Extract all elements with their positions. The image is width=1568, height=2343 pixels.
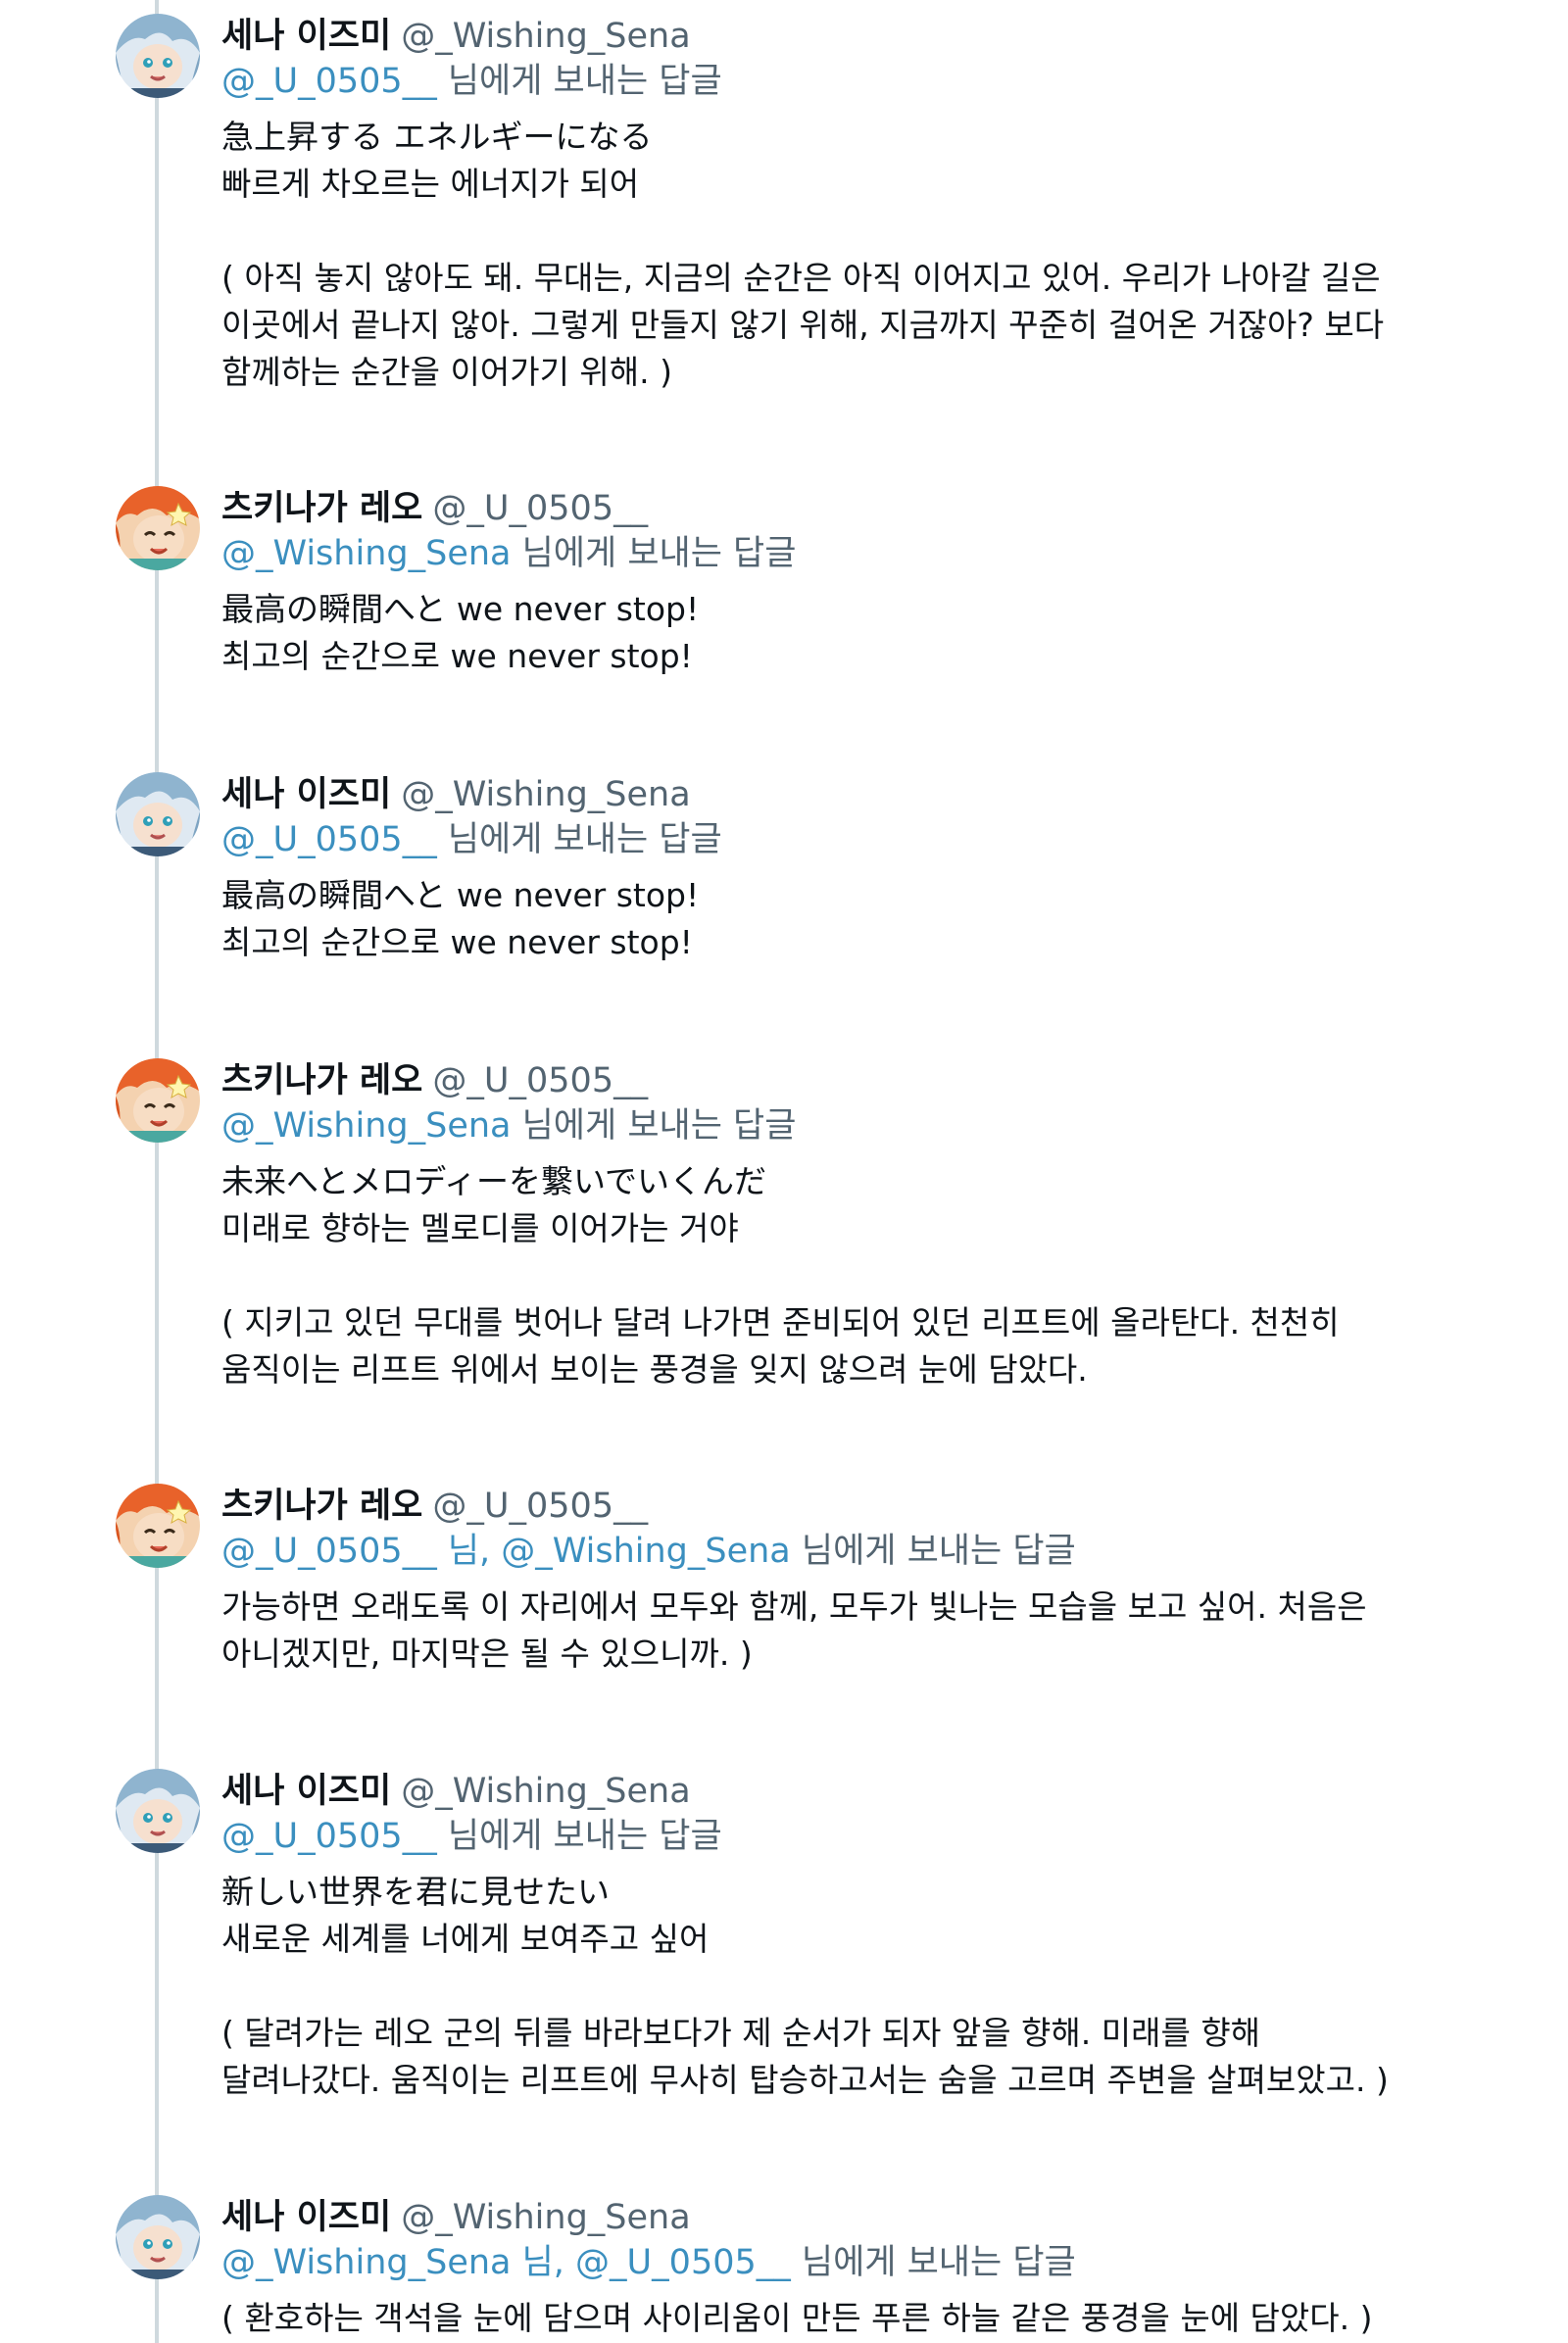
tweet-header: 세나 이즈미 @_Wishing_Sena (221, 772, 1446, 817)
tweet-text: ( 환호하는 객석을 눈에 담으며 사이리움이 만든 푸른 하늘 같은 풍경을 … (221, 2295, 1446, 2342)
display-name[interactable]: 세나 이즈미 (221, 1772, 391, 1811)
tweet-content: 츠키나가 레오 @_U_0505__ @_Wishing_Sena 님에게 보내는 … (221, 486, 1446, 680)
replying-to: @_U_0505__ 님에게 보내는 답글 (221, 59, 1446, 104)
replying-to: @_U_0505__ 님에게 보내는 답글 (221, 1814, 1446, 1859)
mention-link[interactable]: @_Wishing_Sena (221, 534, 511, 573)
replying-to-label: 님에게 보내는 답글 (511, 1106, 797, 1146)
tweet-content: 세나 이즈미 @_Wishing_Sena @_Wishing_Sena 님, @_… (221, 2195, 1446, 2342)
display-name[interactable]: 세나 이즈미 (221, 17, 391, 56)
tweet-text-line: 함께하는 순간을 이어가기 위해. ) (221, 353, 673, 391)
tweet-text-line: 빠르게 차오르는 에너지가 되어 (221, 165, 640, 203)
display-name[interactable]: 세나 이즈미 (221, 2198, 391, 2237)
replying-to-label: 님에게 보내는 답글 (790, 2243, 1076, 2282)
tweet-text-line: ( 아직 놓지 않아도 돼. 무대는, 지금의 순간은 아직 이어지고 있어. … (221, 259, 1381, 297)
tweet-header: 세나 이즈미 @_Wishing_Sena (221, 14, 1446, 59)
tweet-text-line: ( 환호하는 객석을 눈에 담으며 사이리움이 만든 푸른 하늘 같은 풍경을 … (221, 2299, 1373, 2337)
display-name[interactable]: 츠키나가 레오 (221, 1061, 422, 1100)
sena-avatar[interactable] (116, 1769, 200, 1853)
tweet-text: 新しい世界を君に見せたい 새로운 세계를 너에게 보여주고 싶어 ( 달려가는 레오… (221, 1869, 1446, 2104)
mention-link[interactable]: @_U_0505__ (221, 1817, 437, 1856)
tweet-text-line: 최고의 순간으로 we never stop! (221, 923, 693, 961)
tweet-text-line: ( 달려가는 레오 군의 뒤를 바라보다가 제 순서가 되자 앞을 향해. 미래… (221, 2014, 1261, 2052)
tweet-header: 츠키나가 레오 @_U_0505__ (221, 1058, 1446, 1103)
tweet-text-line: 아니겠지만, 마지막은 될 수 있으니까. ) (221, 1635, 753, 1673)
tweet-header: 세나 이즈미 @_Wishing_Sena (221, 1769, 1446, 1814)
tweet-text-line (221, 208, 1446, 255)
tweet-text-line (221, 1252, 1446, 1299)
display-name[interactable]: 츠키나가 레오 (221, 1487, 422, 1526)
tweet-text-line: 最高の瞬間へと we never stop! (221, 876, 700, 914)
tweet-content: 세나 이즈미 @_Wishing_Sena @_U_0505__ 님에게 보내는 답… (221, 772, 1446, 966)
user-handle[interactable]: @_U_0505__ (432, 1487, 648, 1526)
tweet-text: 가능하면 오래도록 이 자리에서 모두와 함께, 모두가 빛나는 모습을 보고 … (221, 1584, 1446, 1678)
tweet-content: 세나 이즈미 @_Wishing_Sena @_U_0505__ 님에게 보내는 답… (221, 1769, 1446, 2104)
tweet-text-line: 이곳에서 끝나지 않아. 그렇게 만들지 않기 위해, 지금까지 꾸준히 걸어온… (221, 306, 1385, 344)
tweet-text-line: 新しい世界を君に見せたい (221, 1873, 610, 1911)
tweet-text: 未来へとメロディーを繋いでいくんだ 미래로 향하는 멜로디를 이어가는 거야 ( 지… (221, 1158, 1446, 1393)
tweet-header: 세나 이즈미 @_Wishing_Sena (221, 2195, 1446, 2240)
mention-link[interactable]: @_U_0505__ 님, @_Wishing_Sena (221, 1532, 791, 1571)
sena-avatar[interactable] (116, 14, 200, 98)
tweet-content: 세나 이즈미 @_Wishing_Sena @_U_0505__ 님에게 보내는 답… (221, 14, 1446, 396)
tweet-text-line: 最高の瞬間へと we never stop! (221, 590, 700, 628)
leo-avatar[interactable] (116, 486, 200, 570)
replying-to-label: 님에게 보내는 답글 (436, 1817, 722, 1856)
replying-to: @_Wishing_Sena 님에게 보내는 답글 (221, 1103, 1446, 1148)
replying-to: @_U_0505__ 님에게 보내는 답글 (221, 817, 1446, 862)
tweet-text-line: 움직이는 리프트 위에서 보이는 풍경을 잊지 않으려 눈에 담았다. (221, 1350, 1088, 1389)
sena-avatar[interactable] (116, 2195, 200, 2279)
mention-link[interactable]: @_U_0505__ (221, 62, 437, 101)
tweet-text-line: 가능하면 오래도록 이 자리에서 모두와 함께, 모두가 빛나는 모습을 보고 … (221, 1587, 1367, 1626)
replying-to-label: 님에게 보내는 답글 (436, 820, 722, 859)
replying-to-label: 님에게 보내는 답글 (790, 1532, 1076, 1571)
tweet-text-line: 새로운 세계를 너에게 보여주고 싶어 (221, 1920, 710, 1958)
user-handle[interactable]: @_U_0505__ (432, 489, 648, 528)
sena-avatar[interactable] (116, 772, 200, 856)
display-name[interactable]: 세나 이즈미 (221, 775, 391, 814)
leo-avatar[interactable] (116, 1484, 200, 1568)
replying-to: @_Wishing_Sena 님, @_U_0505__ 님에게 보내는 답글 (221, 2240, 1446, 2285)
user-handle[interactable]: @_U_0505__ (432, 1061, 648, 1100)
user-handle[interactable]: @_Wishing_Sena (401, 1772, 690, 1811)
replying-to: @_Wishing_Sena 님에게 보내는 답글 (221, 531, 1446, 576)
replying-to-label: 님에게 보내는 답글 (436, 62, 722, 101)
tweet-text-line: 未来へとメロディーを繋いでいくんだ (221, 1162, 767, 1200)
leo-avatar[interactable] (116, 1058, 200, 1143)
mention-link[interactable]: @_Wishing_Sena (221, 1106, 511, 1146)
tweet-text-line: 急上昇する エネルギーになる (221, 118, 653, 156)
display-name[interactable]: 츠키나가 레오 (221, 489, 422, 528)
tweet-content: 츠키나가 레오 @_U_0505__ @_Wishing_Sena 님에게 보내는 … (221, 1058, 1446, 1393)
user-handle[interactable]: @_Wishing_Sena (401, 17, 690, 56)
tweet-text-line: ( 지키고 있던 무대를 벗어나 달려 나가면 준비되어 있던 리프트에 올라탄… (221, 1303, 1340, 1342)
thread-connector-line (155, 0, 159, 2343)
mention-link[interactable]: @_Wishing_Sena 님, @_U_0505__ (221, 2243, 791, 2282)
replying-to-label: 님에게 보내는 답글 (511, 534, 797, 573)
mention-link[interactable]: @_U_0505__ (221, 820, 437, 859)
tweet-text-line: 미래로 향하는 멜로디를 이어가는 거야 (221, 1209, 739, 1247)
user-handle[interactable]: @_Wishing_Sena (401, 2198, 690, 2237)
tweet-header: 츠키나가 레오 @_U_0505__ (221, 1484, 1446, 1529)
tweet-text: 急上昇する エネルギーになる 빠르게 차오르는 에너지가 되어 ( 아직 놓지 않아… (221, 114, 1446, 396)
tweet-text: 最高の瞬間へと we never stop! 최고의 순간으로 we never … (221, 872, 1446, 966)
user-handle[interactable]: @_Wishing_Sena (401, 775, 690, 814)
tweet-content: 츠키나가 레오 @_U_0505__ @_U_0505__ 님, @_Wishing… (221, 1484, 1446, 1678)
replying-to: @_U_0505__ 님, @_Wishing_Sena 님에게 보내는 답글 (221, 1529, 1446, 1574)
tweet-text-line (221, 1963, 1446, 2010)
tweet-text-line: 최고의 순간으로 we never stop! (221, 637, 693, 675)
tweet-header: 츠키나가 레오 @_U_0505__ (221, 486, 1446, 531)
tweet-text: 最高の瞬間へと we never stop! 최고의 순간으로 we never … (221, 586, 1446, 680)
tweet-text-line: 달려나갔다. 움직이는 리프트에 무사히 탑승하고서는 숨을 고르며 주변을 살… (221, 2061, 1389, 2099)
